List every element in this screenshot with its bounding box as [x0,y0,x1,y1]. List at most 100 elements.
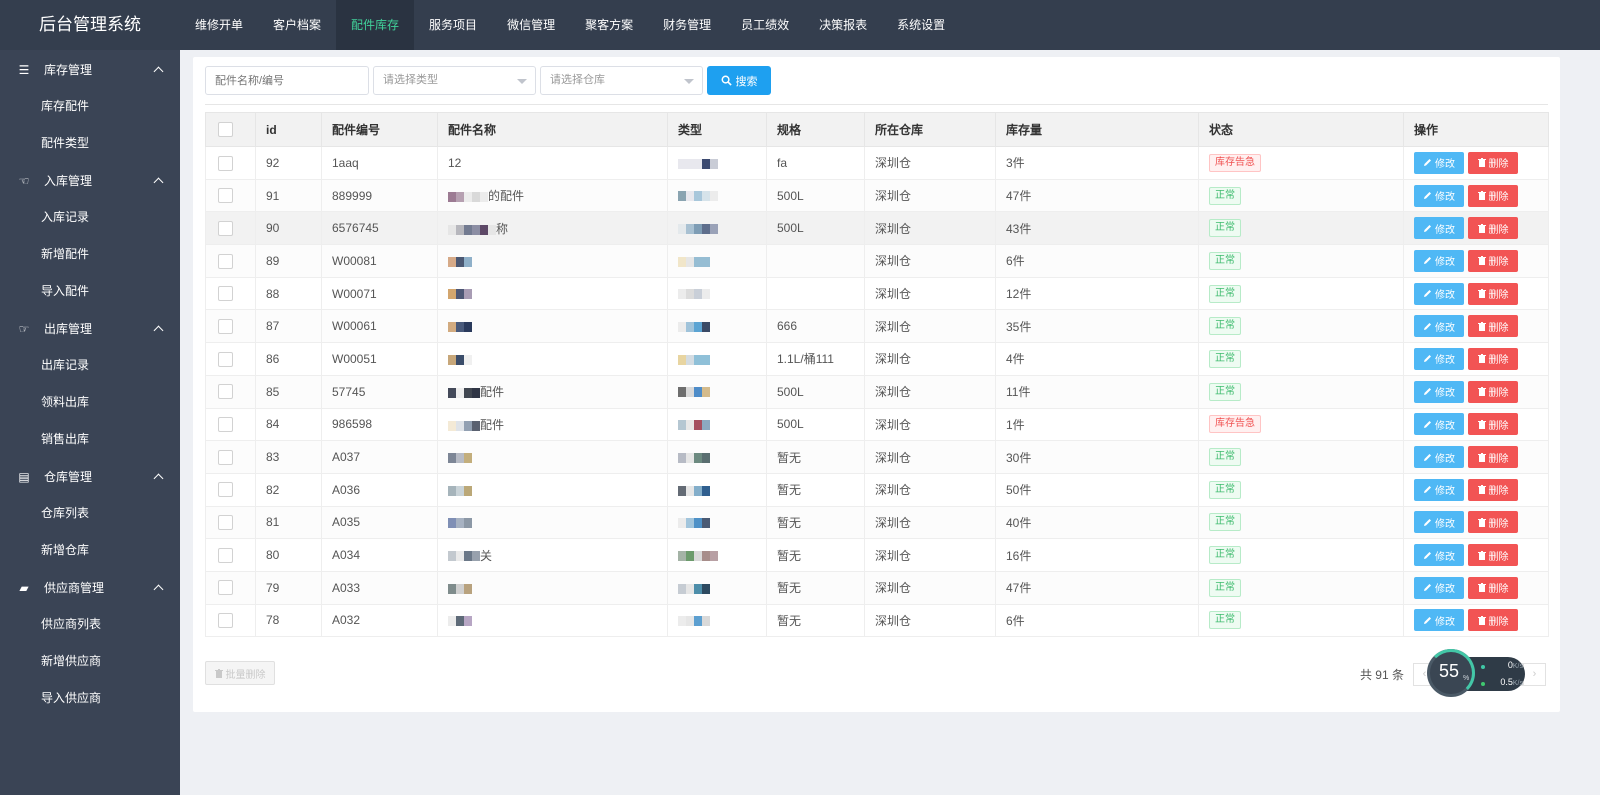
delete-button[interactable]: 删除 [1468,217,1518,240]
edit-button[interactable]: 修改 [1414,446,1464,469]
edit-button[interactable]: 修改 [1414,249,1464,272]
topnav-item-4[interactable]: 微信管理 [492,0,570,50]
edit-button[interactable]: 修改 [1414,282,1464,305]
delete-button[interactable]: 删除 [1468,380,1518,403]
redacted-pixel [464,289,472,300]
row-checkbox[interactable] [218,253,233,269]
row-checkbox[interactable] [218,482,233,498]
topnav-item-3[interactable]: 服务项目 [414,0,492,50]
edit-button[interactable]: 修改 [1414,151,1464,174]
batch-delete-button[interactable]: 批量删除 [205,661,275,685]
row-actions: 修改 删除 [1414,544,1518,567]
sidebar-item-1-0[interactable]: 入库记录 [0,199,180,236]
sidebar-group-1[interactable]: ☜ 入库管理 [0,162,180,199]
redacted-pixel [464,387,472,398]
topnav-item-1[interactable]: 客户档案 [258,0,336,50]
delete-button[interactable]: 删除 [1468,576,1518,599]
search-button[interactable]: 搜索 [707,66,771,95]
edit-button[interactable]: 修改 [1414,576,1464,599]
row-checkbox[interactable] [218,515,233,531]
edit-button[interactable]: 修改 [1414,413,1464,436]
top-bar: 后台管理系统 维修开单 客户档案 配件库存 服务项目 微信管理 聚客方案 财务管理 员工绩效决… [0,0,1600,50]
delete-button[interactable]: 删除 [1468,511,1518,534]
redacted-name [448,518,472,529]
topnav-item-9[interactable]: 系统设置 [882,0,960,50]
redacted-pixel [448,485,456,496]
row-checkbox[interactable] [218,417,233,432]
edit-button[interactable]: 修改 [1414,217,1464,240]
topnav-item-7[interactable]: 员工绩效 [726,0,804,50]
warehouse-select[interactable]: 请选择仓库 [540,66,703,95]
sidebar-item-3-1[interactable]: 新增仓库 [0,532,180,569]
cell-spec: 500L [766,407,865,442]
sidebar-item-3-0[interactable]: 仓库列表 [0,495,180,532]
delete-button[interactable]: 删除 [1468,315,1518,338]
row-checkbox[interactable] [218,580,233,596]
network-speed-widget[interactable]: 55 % 0K/s 0.5K/s [1427,649,1527,699]
edit-button[interactable]: 修改 [1414,184,1464,207]
select-all-checkbox[interactable] [218,122,233,138]
sidebar-item-1-1[interactable]: 新增配件 [0,236,180,273]
sidebar-item-4-2[interactable]: 导入供应商 [0,680,180,717]
part-name-input[interactable] [205,66,369,95]
row-checkbox[interactable] [218,613,233,629]
sidebar-item-1-2[interactable]: 导入配件 [0,273,180,310]
top-nav: 维修开单 客户档案 配件库存 服务项目 微信管理 聚客方案 财务管理 员工绩效 决策报表 系统设置 [180,0,960,50]
row-checkbox[interactable] [218,188,233,204]
edit-button[interactable]: 修改 [1414,315,1464,338]
row-checkbox[interactable] [218,220,233,236]
brand-title: 后台管理系统 [39,15,141,34]
type-select[interactable]: 请选择类型 [373,66,536,95]
delete-button[interactable]: 删除 [1468,249,1518,272]
sidebar-item-0-0[interactable]: 库存配件 [0,88,180,125]
delete-button[interactable]: 删除 [1468,478,1518,501]
cell-id: 81 [255,505,322,540]
sidebar-group-4[interactable]: ▰ 供应商管理 [0,569,180,606]
delete-button[interactable]: 删除 [1468,609,1518,632]
delete-button[interactable]: 删除 [1468,413,1518,436]
row-checkbox[interactable] [218,155,233,171]
download-speed: 0.5K/s [1487,677,1523,687]
redacted-pixel [678,322,686,333]
edit-button[interactable]: 修改 [1414,347,1464,370]
delete-button[interactable]: 删除 [1468,151,1518,174]
pencil-icon [1424,224,1431,232]
edit-button[interactable]: 修改 [1414,544,1464,567]
sidebar-group-0[interactable]: ☰ 库存管理 [0,51,180,88]
row-select-cell [205,440,256,474]
redacted-pixel [694,518,702,529]
sidebar-item-4-1[interactable]: 新增供应商 [0,643,180,680]
sidebar-item-2-1[interactable]: 领料出库 [0,384,180,421]
delete-button[interactable]: 删除 [1468,282,1518,305]
edit-button[interactable]: 修改 [1414,380,1464,403]
topnav-item-0[interactable]: 维修开单 [180,0,258,50]
row-checkbox[interactable] [218,286,233,302]
row-checkbox[interactable] [218,547,233,563]
delete-button[interactable]: 删除 [1468,544,1518,567]
sidebar-item-0-1[interactable]: 配件类型 [0,125,180,162]
cell-type [667,407,767,442]
edit-button[interactable]: 修改 [1414,511,1464,534]
topnav-item-8[interactable]: 决策报表 [804,0,882,50]
edit-button[interactable]: 修改 [1414,478,1464,501]
sidebar-group-3[interactable]: ▤ 仓库管理 [0,458,180,495]
delete-button[interactable]: 删除 [1468,446,1518,469]
row-checkbox[interactable] [218,318,233,334]
cell-spec: 500L [766,211,865,246]
topnav-item-5[interactable]: 聚客方案 [570,0,648,50]
pencil-icon [1424,616,1431,624]
row-checkbox[interactable] [218,449,233,465]
delete-button[interactable]: 删除 [1468,184,1518,207]
row-checkbox[interactable] [218,351,233,367]
row-checkbox[interactable] [218,384,233,400]
edit-button[interactable]: 修改 [1414,609,1464,632]
redacted-pixel [702,420,710,431]
sidebar-item-2-2[interactable]: 销售出库 [0,421,180,458]
topnav-item-6[interactable]: 财务管理 [648,0,726,50]
sidebar-item-4-0[interactable]: 供应商列表 [0,606,180,643]
delete-button[interactable]: 删除 [1468,347,1518,370]
redacted-pixel [480,224,488,235]
sidebar-group-2[interactable]: ☞ 出库管理 [0,310,180,347]
sidebar-item-2-0[interactable]: 出库记录 [0,347,180,384]
topnav-item-2[interactable]: 配件库存 [336,0,415,50]
